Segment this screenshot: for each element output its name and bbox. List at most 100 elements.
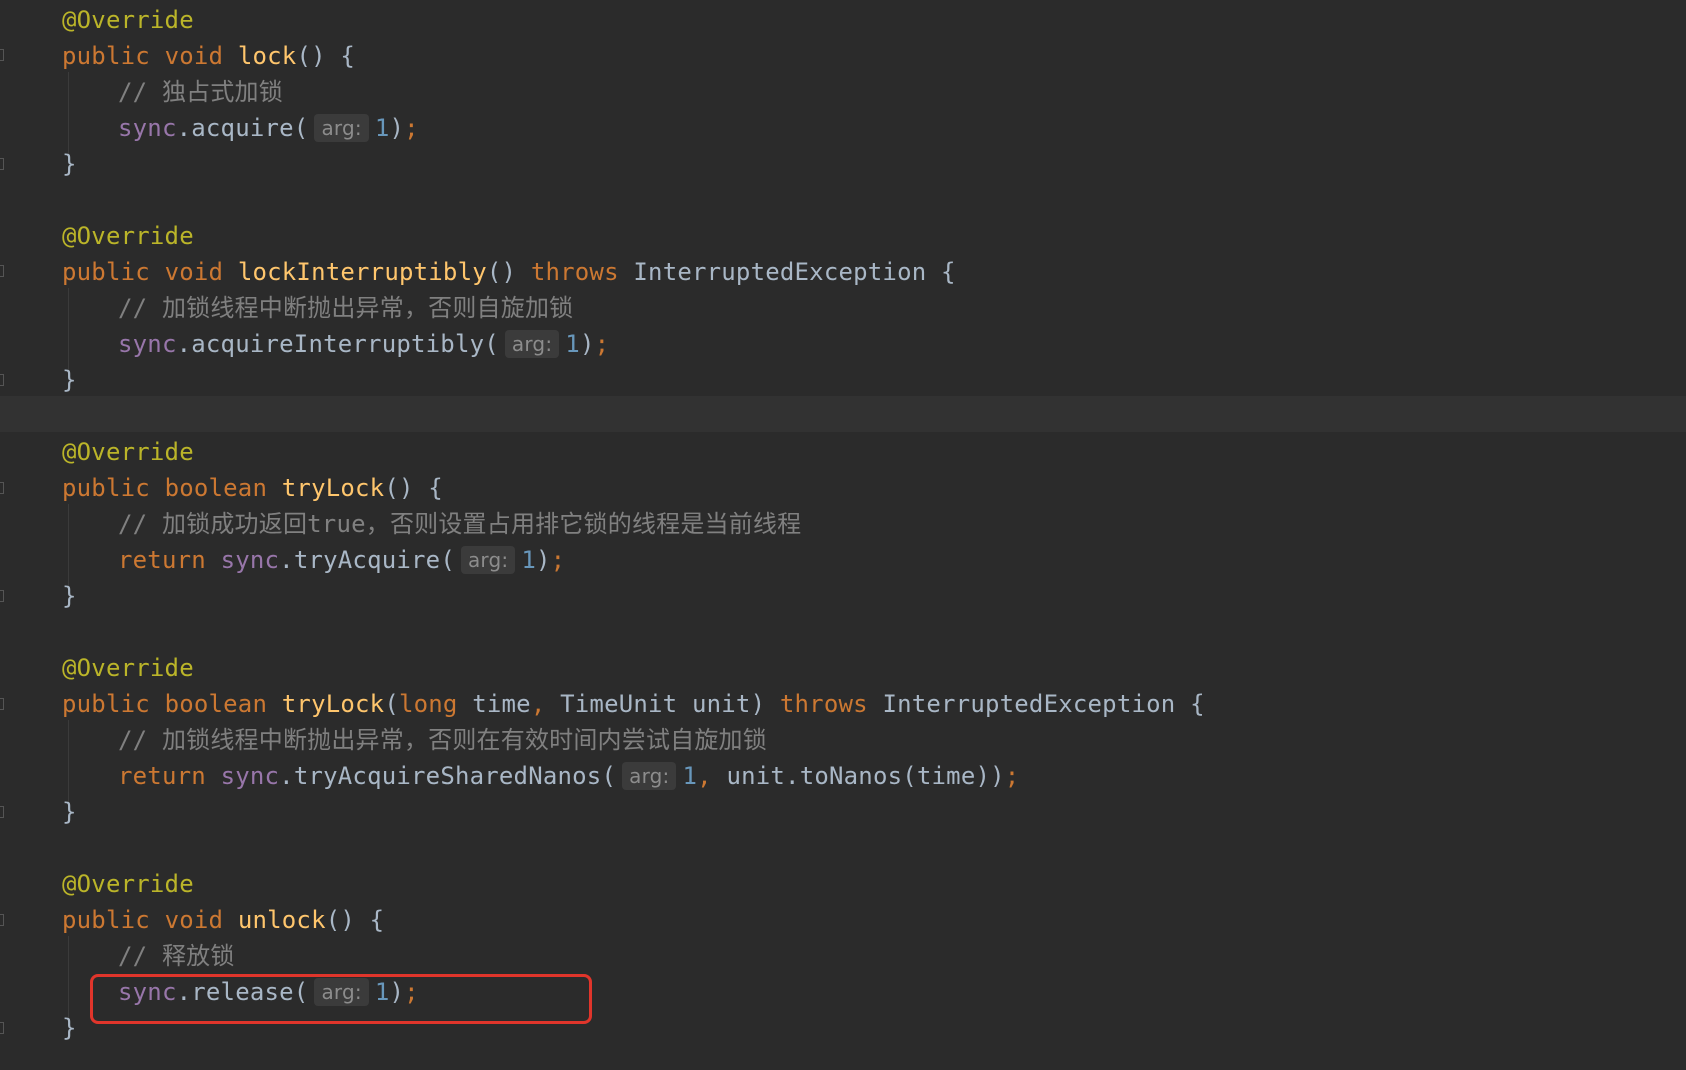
fold-marker-icon[interactable]	[0, 374, 4, 386]
code-line-close-brace[interactable]: }	[62, 794, 77, 830]
number-literal: 1	[374, 114, 390, 142]
field-sync: sync	[118, 330, 177, 358]
semicolon: ;	[1004, 762, 1020, 790]
keyword-public: public	[62, 906, 150, 934]
semicolon: ;	[550, 546, 566, 574]
code-line-close-brace[interactable]: }	[62, 578, 77, 614]
close-brace: }	[62, 366, 77, 394]
current-line-highlight	[0, 396, 1686, 432]
keyword-return-type: boolean	[164, 690, 268, 718]
code-editor[interactable]: @Override public void lock() { // 独占式加锁 …	[0, 0, 1686, 1070]
annotation-override: @Override	[62, 222, 194, 250]
code-line-comment[interactable]: // 加锁线程中断抛出异常，否则在有效时间内尝试自旋加锁	[118, 722, 767, 758]
fold-marker-icon[interactable]	[0, 914, 4, 926]
annotation-override: @Override	[62, 870, 194, 898]
semicolon: ;	[594, 330, 610, 358]
comment-text: // 加锁成功返回true，否则设置占用排它锁的线程是当前线程	[118, 510, 802, 538]
code-line-comment[interactable]: // 释放锁	[118, 938, 235, 974]
parameter-hint: arg:	[460, 546, 516, 574]
field-sync: sync	[118, 114, 177, 142]
method-params: () {	[325, 906, 385, 934]
number-literal: 1	[682, 762, 698, 790]
code-line-close-brace[interactable]: }	[62, 1010, 77, 1046]
method-call: .acquireInterruptibly(	[176, 330, 499, 358]
keyword-public: public	[62, 690, 150, 718]
code-line-method-signature[interactable]: public void unlock() {	[62, 902, 384, 938]
semicolon: ;	[404, 114, 419, 142]
code-line-method-signature[interactable]: public boolean tryLock() {	[62, 470, 443, 506]
code-line-body[interactable]: sync.acquireInterruptibly(arg: 1);	[118, 326, 609, 362]
code-line-comment[interactable]: // 加锁成功返回true，否则设置占用排它锁的线程是当前线程	[118, 506, 801, 542]
field-sync: sync	[220, 546, 280, 574]
parameter-hint: arg:	[504, 330, 560, 358]
code-line-method-signature[interactable]: public void lockInterruptibly() throws I…	[62, 254, 956, 290]
open-paren: (	[384, 690, 399, 718]
close-brace: }	[62, 150, 77, 178]
keyword-return: return	[118, 762, 206, 790]
code-line-close-brace[interactable]: }	[62, 362, 77, 398]
close-brace: }	[62, 582, 77, 610]
number-literal: 1	[565, 330, 580, 358]
number-literal: 1	[521, 546, 536, 574]
code-line-annotation[interactable]: @Override	[62, 434, 194, 470]
code-line-comment[interactable]: // 独占式加锁	[118, 74, 283, 110]
keyword-return-type: void	[164, 42, 224, 70]
code-line-method-signature[interactable]: public void lock() {	[62, 38, 355, 74]
call-close: )	[536, 546, 551, 574]
close-brace: }	[62, 1014, 77, 1042]
method-name: lock	[237, 42, 297, 70]
method-call: .acquire(	[176, 114, 309, 142]
method-name: tryLock	[281, 474, 385, 502]
comment-text: // 独占式加锁	[118, 78, 283, 106]
fold-marker-icon[interactable]	[0, 698, 4, 710]
code-line-close-brace[interactable]: }	[62, 146, 77, 182]
fold-marker-icon[interactable]	[0, 265, 4, 277]
param-type-long: long	[398, 690, 458, 718]
comment-text: // 加锁线程中断抛出异常，否则自旋加锁	[118, 294, 574, 322]
field-sync: sync	[220, 762, 280, 790]
code-line-body[interactable]: return sync.tryAcquire(arg: 1);	[118, 542, 565, 578]
fold-marker-icon[interactable]	[0, 482, 4, 494]
code-line-annotation[interactable]: @Override	[62, 866, 194, 902]
keyword-throws: throws	[530, 258, 619, 286]
code-line-method-signature[interactable]: public boolean tryLock(long time, TimeUn…	[62, 686, 1205, 722]
method-params: ()	[486, 258, 531, 286]
fold-marker-icon[interactable]	[0, 1022, 4, 1034]
annotation-override: @Override	[62, 654, 194, 682]
param-timeunit: TimeUnit unit)	[545, 690, 780, 718]
keyword-return-type: void	[164, 258, 224, 286]
exception-type: InterruptedException {	[882, 690, 1205, 718]
arg-comma: ,	[697, 762, 712, 790]
code-line-annotation[interactable]: @Override	[62, 650, 194, 686]
method-name: unlock	[237, 906, 326, 934]
call-rest: unit.toNanos(time))	[711, 762, 1005, 790]
method-call: .tryAcquire(	[279, 546, 455, 574]
keyword-return: return	[118, 546, 206, 574]
code-line-annotation[interactable]: @Override	[62, 218, 194, 254]
comment-text: // 加锁线程中断抛出异常，否则在有效时间内尝试自旋加锁	[118, 726, 767, 754]
method-call: .tryAcquireSharedNanos(	[279, 762, 617, 790]
fold-marker-icon[interactable]	[0, 590, 4, 602]
fold-marker-icon[interactable]	[0, 49, 4, 61]
parameter-hint: arg:	[314, 114, 369, 142]
keyword-return-type: void	[164, 906, 224, 934]
method-name: lockInterruptibly	[237, 258, 487, 286]
code-line-comment[interactable]: // 加锁线程中断抛出异常，否则自旋加锁	[118, 290, 573, 326]
method-name: tryLock	[281, 690, 385, 718]
call-close: )	[389, 114, 405, 142]
keyword-throws: throws	[779, 690, 868, 718]
parameter-hint: arg:	[622, 762, 677, 790]
param-comma: ,	[530, 690, 546, 718]
code-line-body[interactable]: return sync.tryAcquireSharedNanos(arg: 1,…	[118, 758, 1019, 794]
keyword-public: public	[62, 258, 150, 286]
keyword-public: public	[62, 474, 150, 502]
keyword-return-type: boolean	[164, 474, 268, 502]
fold-marker-icon[interactable]	[0, 158, 4, 170]
comment-text: // 释放锁	[118, 942, 235, 970]
code-line-annotation[interactable]: @Override	[62, 2, 194, 38]
fold-marker-icon[interactable]	[0, 806, 4, 818]
annotation-override: @Override	[62, 6, 194, 34]
method-params: () {	[384, 474, 443, 502]
keyword-public: public	[62, 42, 150, 70]
code-line-body[interactable]: sync.acquire(arg: 1);	[118, 110, 419, 146]
